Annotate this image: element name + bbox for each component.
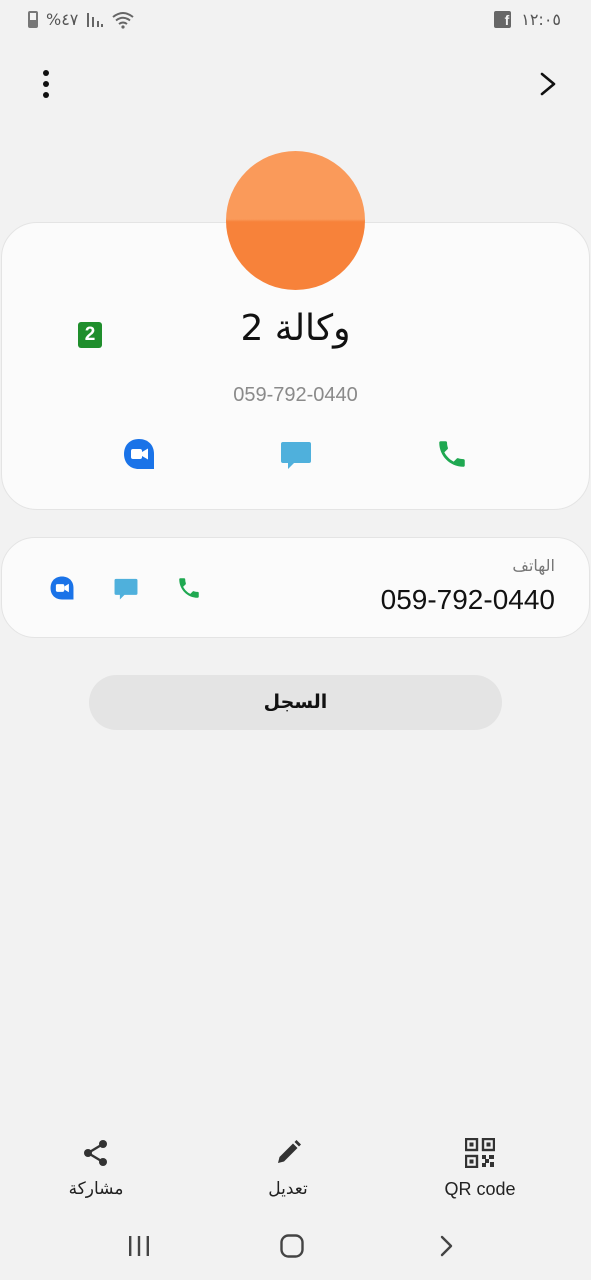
- history-button[interactable]: السجل: [89, 675, 502, 730]
- video-call-icon: [124, 439, 154, 469]
- edit-label: تعديل: [268, 1179, 308, 1199]
- video-call-button[interactable]: [119, 434, 159, 474]
- qr-code-button[interactable]: QR code: [400, 1135, 560, 1200]
- top-nav: [0, 60, 591, 110]
- recent-apps-icon: [129, 1236, 149, 1256]
- status-time: ١٢:٠٥: [521, 10, 561, 29]
- facebook-notification-icon: f: [494, 11, 512, 28]
- contact-name: وكالة 2: [240, 308, 351, 349]
- battery-percentage: %٤٧: [46, 10, 79, 29]
- qr-code-icon: [465, 1138, 495, 1168]
- contact-number: 059-792-0440: [233, 384, 358, 406]
- share-button[interactable]: مشاركة: [16, 1135, 176, 1199]
- chevron-right-icon: [440, 1235, 453, 1257]
- home-icon: [280, 1234, 304, 1258]
- system-nav-bar: [0, 1222, 591, 1270]
- phone-message-button[interactable]: [106, 568, 146, 608]
- wifi-icon: [112, 11, 135, 29]
- phone-icon: [439, 441, 465, 467]
- edit-button[interactable]: تعديل: [208, 1135, 368, 1199]
- qr-code-label: QR code: [444, 1179, 516, 1199]
- system-back-button[interactable]: [426, 1228, 466, 1264]
- message-icon: [114, 578, 138, 600]
- more-options-button[interactable]: [30, 66, 62, 102]
- recent-apps-button[interactable]: [119, 1228, 159, 1264]
- back-button[interactable]: [530, 66, 566, 102]
- pencil-icon: [278, 1140, 301, 1163]
- bottom-action-bar: مشاركة تعديل QR code: [0, 1135, 591, 1210]
- more-dot-icon: [43, 70, 49, 76]
- signal-icon: [87, 12, 104, 27]
- message-button[interactable]: [276, 434, 316, 474]
- message-icon: [281, 442, 311, 469]
- share-icon: [84, 1140, 107, 1166]
- contact-avatar[interactable]: [226, 151, 365, 290]
- status-bar: %٤٧ f ١٢:٠٥: [0, 0, 591, 44]
- video-call-icon: [50, 576, 74, 600]
- phone-video-call-button[interactable]: [42, 568, 82, 608]
- status-right: f ١٢:٠٥: [494, 10, 561, 29]
- phone-value[interactable]: 059-792-0440: [381, 584, 555, 616]
- chevron-right-icon: [540, 72, 556, 96]
- more-dot-icon: [43, 92, 49, 98]
- more-dot-icon: [43, 81, 49, 87]
- battery-icon: [28, 11, 38, 28]
- call-button[interactable]: [432, 434, 472, 474]
- status-left: %٤٧: [28, 10, 135, 29]
- phone-icon: [179, 578, 199, 598]
- home-button[interactable]: [272, 1228, 312, 1264]
- phone-call-button[interactable]: [169, 568, 209, 608]
- share-label: مشاركة: [68, 1179, 124, 1199]
- phone-label: الهاتف: [512, 556, 555, 575]
